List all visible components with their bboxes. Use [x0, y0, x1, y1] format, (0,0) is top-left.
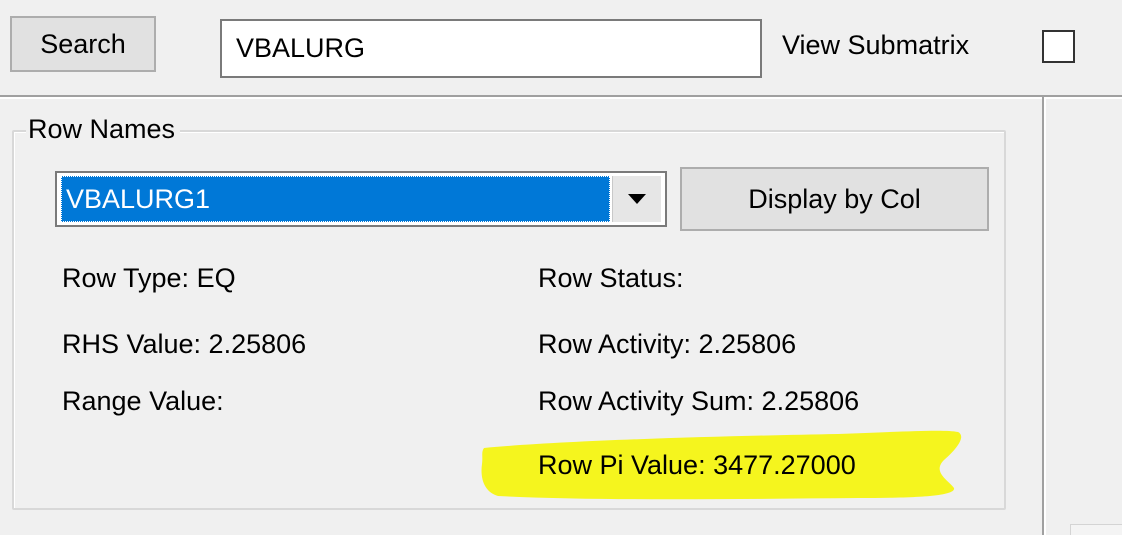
- row-status-label: Row Status:: [538, 263, 684, 293]
- row-names-group-label: Row Names: [26, 114, 181, 145]
- view-submatrix-checkbox[interactable]: [1042, 30, 1075, 63]
- right-pane-divider: [1042, 97, 1046, 535]
- row-names-dropdown-button[interactable]: [612, 176, 661, 222]
- rhs-value-label: RHS Value: 2.25806: [62, 329, 307, 359]
- search-button[interactable]: Search: [10, 16, 156, 72]
- view-submatrix-label: View Submatrix: [782, 30, 970, 60]
- row-activity-sum-label: Row Activity Sum: 2.25806: [538, 386, 860, 416]
- row-pi-value-label: Row Pi Value: 3477.27000: [538, 450, 856, 480]
- range-value-label: Range Value:: [62, 386, 224, 416]
- display-by-col-button[interactable]: Display by Col: [680, 167, 989, 231]
- row-activity-label: Row Activity: 2.25806: [538, 329, 797, 359]
- right-pane-scrollbar-stub[interactable]: [1070, 524, 1122, 535]
- row-type-label: Row Type: EQ: [62, 263, 236, 293]
- toolbar-divider: [0, 95, 1122, 99]
- row-names-selected-value[interactable]: VBALURG1: [61, 176, 610, 222]
- search-input[interactable]: VBALURG: [220, 19, 762, 78]
- chevron-down-icon: [628, 194, 646, 204]
